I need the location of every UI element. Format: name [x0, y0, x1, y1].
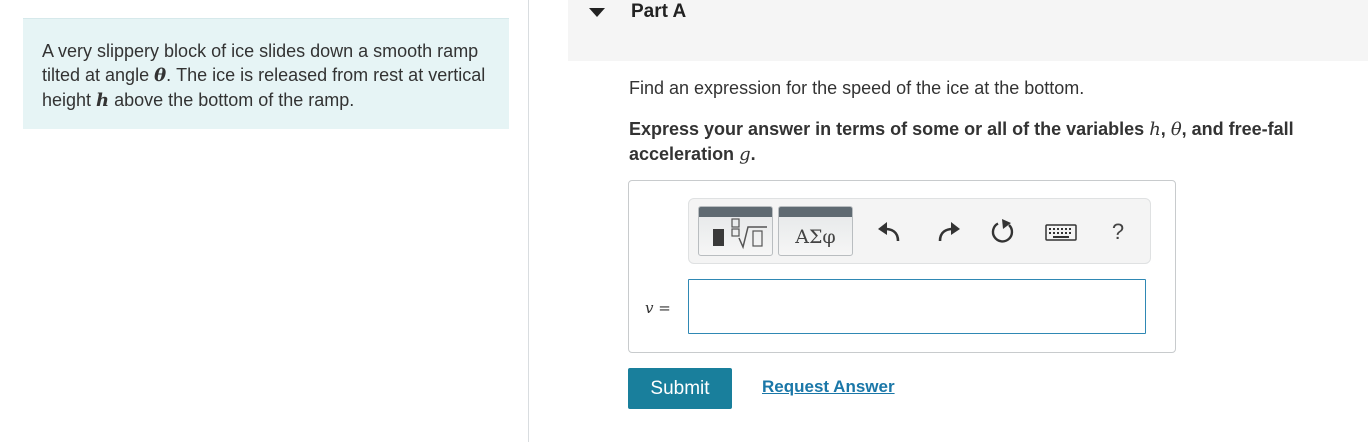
problem-text-3: above the bottom of the ramp.	[109, 90, 355, 110]
panel-divider	[528, 0, 529, 442]
templates-button[interactable]	[698, 206, 773, 256]
redo-icon[interactable]	[933, 217, 963, 247]
greek-symbols-button[interactable]: ΑΣφ	[778, 206, 853, 256]
templates-icon	[713, 218, 767, 250]
answer-input[interactable]	[688, 279, 1146, 334]
submit-button[interactable]: Submit	[628, 368, 732, 409]
answer-box: ΑΣφ ? v =	[628, 180, 1176, 353]
greek-symbols-icon: ΑΣφ	[795, 226, 836, 248]
request-answer-link[interactable]: Request Answer	[762, 377, 895, 397]
reset-icon[interactable]	[987, 217, 1017, 247]
question-text: Find an expression for the speed of the …	[629, 78, 1085, 98]
answer-equals: =	[653, 299, 671, 317]
answer-variable-label: v =	[645, 299, 671, 317]
theta-variable: θ	[154, 65, 167, 86]
collapse-caret-icon[interactable]	[589, 8, 605, 17]
instruction-var-h: h	[1149, 119, 1161, 140]
help-icon[interactable]: ?	[1103, 217, 1133, 247]
instruction-text-1: Express your answer in terms of some or …	[629, 119, 1150, 139]
part-title: Part A	[631, 1, 687, 22]
instruction-separator: ,	[1160, 119, 1171, 139]
instruction-var-theta: θ	[1170, 119, 1182, 140]
keyboard-icon[interactable]	[1044, 217, 1078, 247]
instruction-var-g: g	[739, 144, 751, 165]
instruction-text-3: .	[750, 144, 756, 164]
undo-icon[interactable]	[875, 217, 905, 247]
answer-instruction: Express your answer in terms of some or …	[629, 117, 1359, 167]
part-a-header[interactable]: Part A	[568, 0, 1368, 61]
h-variable: h	[96, 90, 110, 111]
math-toolbar: ΑΣφ ?	[688, 198, 1151, 264]
problem-statement: A very slippery block of ice slides down…	[23, 18, 509, 129]
